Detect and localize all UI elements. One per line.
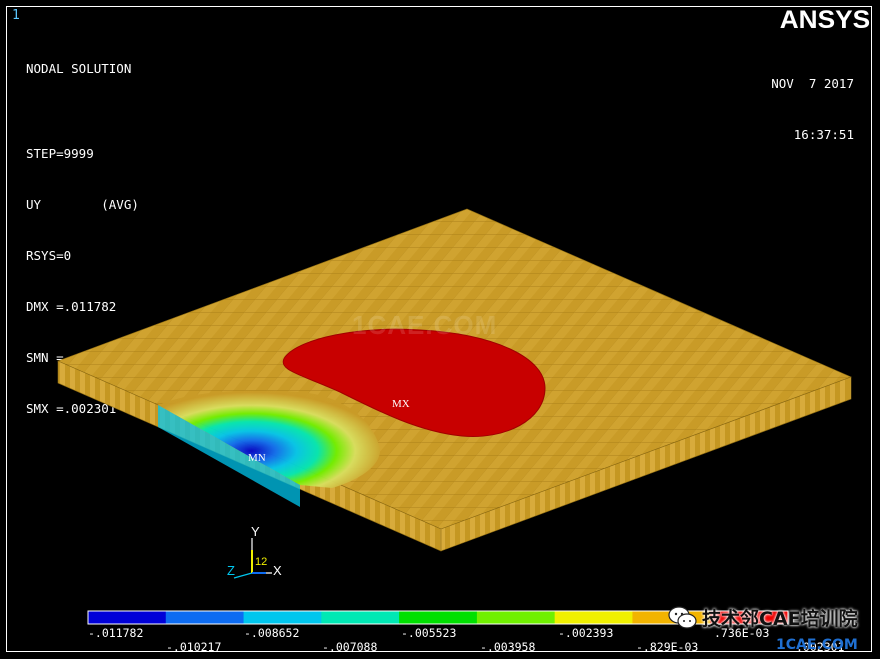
wechat-icon: [668, 605, 697, 629]
watermark-text: 1CAE.COM: [352, 310, 498, 340]
legend-label: -.007088: [322, 640, 378, 654]
triad-x-label: X: [273, 563, 282, 578]
wechat-account-name: 技术邻CAE培训院: [702, 608, 858, 630]
legend-label: -.010217: [166, 640, 222, 654]
site-watermark: 1CAE.COM: [776, 637, 858, 653]
legend-swatch: [399, 611, 478, 624]
ansys-graphics-window[interactable]: 1 NODAL SOLUTION STEP=9999 UY (AVG) RSYS…: [0, 0, 880, 659]
triad-z-label: Z: [227, 563, 235, 578]
legend-swatch: [165, 611, 245, 624]
legend-label: -.008652: [244, 626, 300, 640]
max-marker-label: MX: [392, 398, 410, 410]
min-marker-label: MN: [248, 452, 266, 464]
triad-y-label: Y: [251, 524, 260, 539]
wechat-overlay: 技术邻CAE培训院: [668, 604, 858, 631]
legend-label: -.005523: [401, 626, 457, 640]
triad-number: 12: [255, 556, 268, 568]
legend-swatch: [554, 611, 633, 624]
legend-swatch: [321, 611, 400, 624]
legend-label: -.011782: [88, 626, 144, 640]
legend-swatch: [243, 611, 322, 624]
legend-swatch: [88, 611, 167, 624]
legend-label: -.829E-03: [636, 640, 699, 654]
legend-label: -.003958: [480, 640, 536, 654]
legend-label: -.002393: [558, 626, 614, 640]
legend-swatch: [476, 611, 556, 624]
